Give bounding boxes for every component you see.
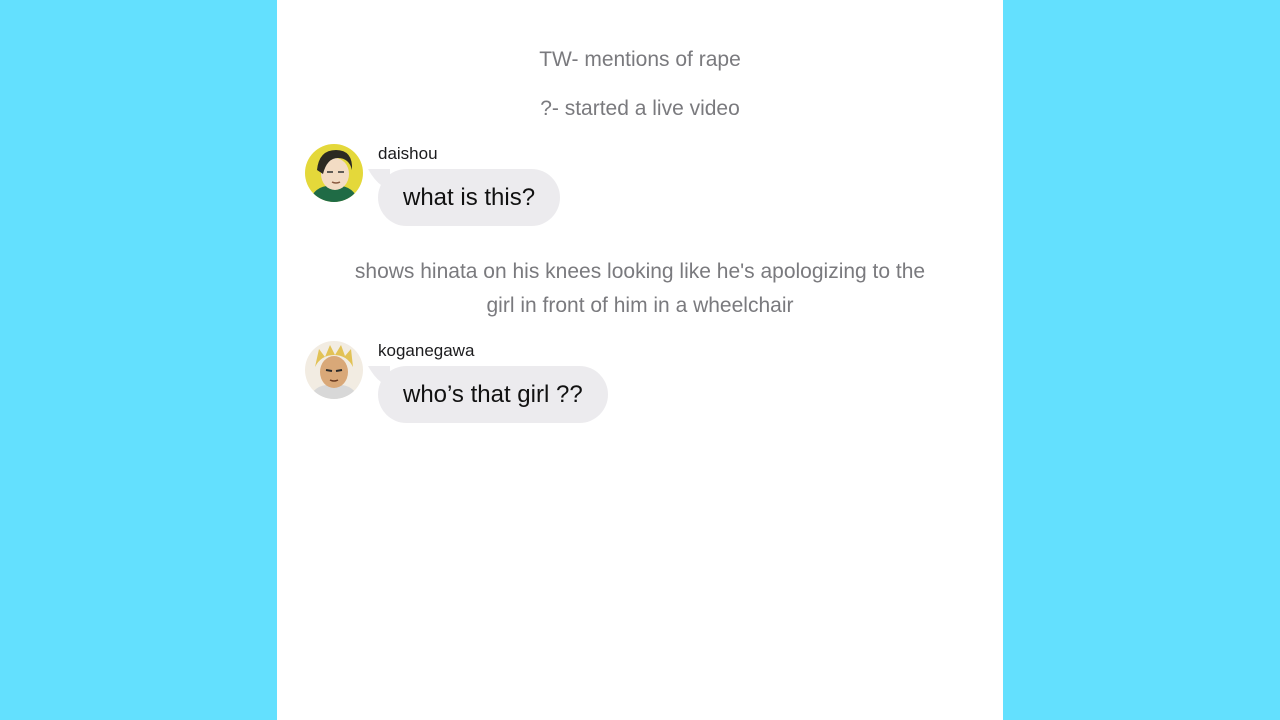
- koganegawa-avatar[interactable]: [305, 341, 363, 399]
- message-bubble[interactable]: what is this?: [378, 169, 561, 226]
- sender-name: daishou: [378, 144, 438, 163]
- narration-line-2: girl in front of him in a wheelchair: [486, 294, 794, 317]
- trigger-warning-text: TW- mentions of rape: [539, 48, 741, 71]
- message-bubble[interactable]: who’s that girl ??: [378, 366, 608, 423]
- daishou-avatar[interactable]: [305, 144, 363, 202]
- live-video-notice: ?- started a live video: [540, 97, 740, 120]
- sender-name: koganegawa: [378, 341, 475, 360]
- chat-screen: TW- mentions of rape ?- started a live v…: [277, 0, 1003, 720]
- narration-line-1: shows hinata on his knees looking like h…: [354, 260, 926, 283]
